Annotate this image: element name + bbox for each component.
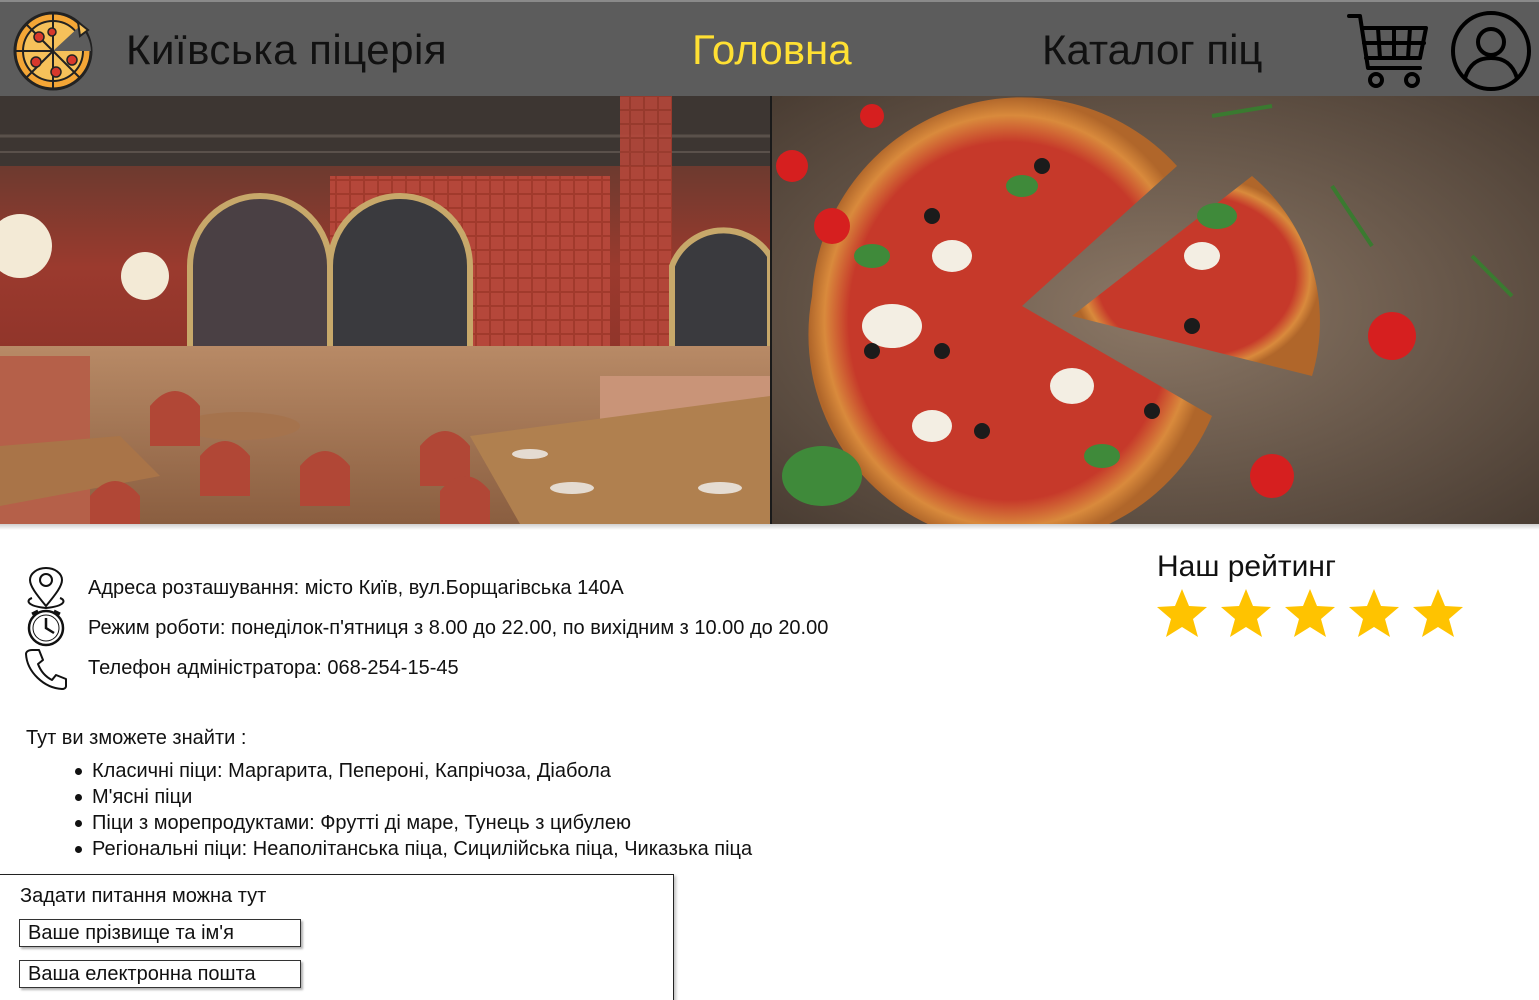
- rating-stars: [1154, 586, 1466, 642]
- question-form: Задати питання можна тут: [0, 874, 674, 1000]
- shopping-cart-icon[interactable]: [1346, 10, 1430, 92]
- hours-text: Режим роботи: понеділок-п'ятниця з 8.00 …: [88, 616, 829, 639]
- list-item: Піци з морепродуктами: Фрутті ді маре, Т…: [74, 810, 752, 836]
- address-row: Адреса розташування: місто Київ, вул.Бор…: [24, 567, 624, 610]
- features-list: Класичні піци: Маргарита, Пепероні, Капр…: [74, 758, 753, 862]
- list-item: Регіональні піци: Неаполітанська піца, С…: [74, 838, 753, 860]
- nav-home-link[interactable]: Головна: [692, 26, 852, 74]
- phone-text: Телефон адміністратора: 068-254-15-45: [88, 656, 459, 679]
- pizza-photo: [772, 96, 1539, 524]
- star-icon: [1157, 589, 1207, 637]
- location-pin-icon: [27, 567, 65, 610]
- restaurant-interior-photo: [0, 96, 770, 524]
- star-icon: [1285, 589, 1335, 637]
- hours-row: Режим роботи: понеділок-п'ятниця з 8.00 …: [24, 608, 828, 648]
- hero-shadow: [0, 524, 1539, 530]
- nav-catalog-link[interactable]: Каталог піц: [1042, 26, 1262, 74]
- star-icon: [1349, 589, 1399, 637]
- list-item: Класичні піци: Маргарита, Пепероні, Капр…: [74, 758, 752, 784]
- name-input[interactable]: [19, 919, 301, 947]
- pizza-logo-icon[interactable]: [12, 10, 94, 92]
- star-icon: [1413, 589, 1463, 637]
- user-account-icon[interactable]: [1450, 10, 1532, 92]
- hero-banner: [0, 96, 1539, 524]
- features-intro: Тут ви зможете знайти :: [26, 727, 247, 749]
- address-text: Адреса розташування: місто Київ, вул.Бор…: [88, 576, 624, 599]
- site-title: Київська піцерія: [126, 26, 448, 73]
- phone-row: Телефон адміністратора: 068-254-15-45: [24, 648, 459, 690]
- list-item: М'ясні піци: [74, 784, 752, 810]
- site-header: Київська піцерія Головна Каталог піц: [0, 0, 1539, 96]
- form-title: Задати питання можна тут: [20, 885, 267, 907]
- clock-icon: [27, 609, 65, 647]
- phone-icon: [25, 649, 67, 690]
- rating-title: Наш рейтинг: [1157, 550, 1336, 583]
- email-input[interactable]: [19, 960, 301, 988]
- star-icon: [1221, 589, 1271, 637]
